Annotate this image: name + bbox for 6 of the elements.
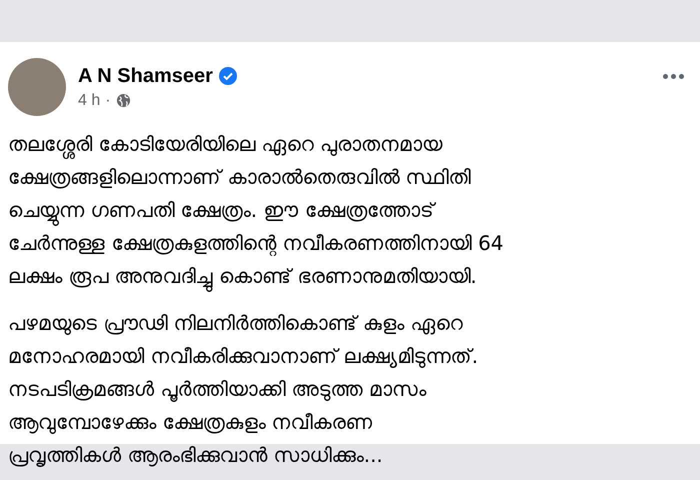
post-paragraph: പഴമയുടെ പ്രൗഢി നിലനിർത്തികൊണ്ട് കുളം ഏറെ മനോഹരമായി നവീകരിക്കുവാനാണ് ലക്ഷ്യമിടുന്നത്. നടപടിക്രമങ്ങൾ പൂർത്തിയാക്കി അടുത്ത മാസം ആവുമ്പോഴേക്കും ക്ഷേത്രകുളം നവീകരണ പ്രവൃത്തികൾ ആരംഭിക്കുവാൻ സാധിക്കും...	[8, 310, 480, 469]
separator-dot: ·	[105, 92, 111, 110]
post-time[interactable]: 4 h	[78, 92, 100, 110]
post-paragraph: തലശ്ശേരി കോടിയേരിയിലെ ഏറെ പുരാതനമായ ക്ഷേത്രങ്ങളിലൊന്നാണ് കാരാൽതെരുവിൽ സ്ഥിതി ചെയ്യുന്ന ഗണപതി ക്ഷേത്രം. ഈ ക്ഷേത്രത്തോട് ചേർന്നുള്ള ക്ഷേത്രകുളത്തിന്റെ നവീകരണത്തിനായി 64 ലക്ഷം രൂപ അനുവദിച്ചു കൊണ്ട് ഭരണാനുമതിയായി.	[8, 128, 688, 293]
author-name[interactable]: A N Shamseer	[78, 64, 213, 88]
globe-icon	[116, 93, 131, 108]
